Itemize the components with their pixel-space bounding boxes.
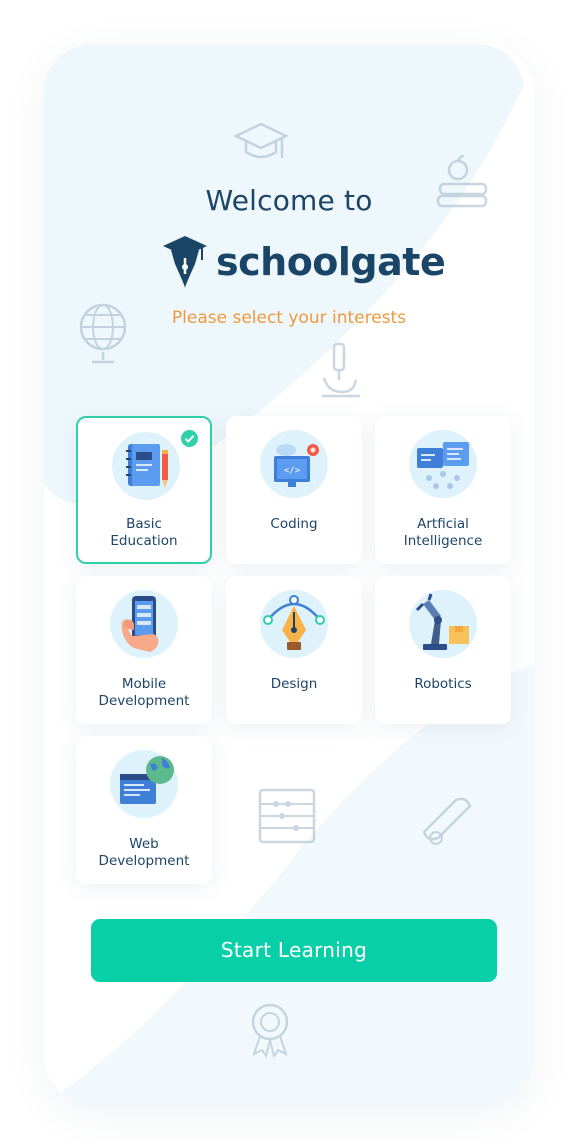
interest-label: Artficial Intelligence: [403, 516, 483, 549]
graduation-cap-icon: [233, 122, 289, 159]
pen-tool-icon: [260, 590, 328, 658]
svg-text:</>: </>: [284, 466, 301, 476]
interest-label: Design: [270, 676, 318, 692]
phone-in-hand-icon: [110, 590, 178, 658]
brand-name: schoolgate: [216, 240, 446, 284]
selected-check-icon: [181, 430, 198, 447]
interest-card-coding[interactable]: </> Coding: [226, 416, 362, 564]
brand-logo: schoolgate: [162, 232, 446, 292]
microscope-icon: [322, 342, 360, 398]
diploma-icon: [422, 797, 472, 845]
interest-label: Robotics: [414, 676, 472, 692]
graduation-pen-logo-icon: [163, 236, 207, 288]
web-globe-icon: [110, 750, 178, 818]
interest-card-design[interactable]: Design: [226, 576, 362, 724]
award-badge-icon: [251, 1003, 289, 1059]
onboarding-screen: Welcome to schoolgate Please select your…: [44, 44, 534, 1104]
interest-label: Coding: [270, 516, 318, 532]
interest-card-mobile-development[interactable]: Mobile Development: [76, 576, 212, 724]
notebook-icon: [112, 432, 180, 500]
interest-label: Basic Education: [110, 516, 178, 549]
interest-card-basic-education[interactable]: Basic Education: [76, 416, 212, 564]
interest-card-artificial-intelligence[interactable]: Artficial Intelligence: [375, 416, 511, 564]
interest-card-robotics[interactable]: Robotics: [375, 576, 511, 724]
interest-label: Web Development: [98, 836, 190, 869]
interest-label: Mobile Development: [98, 676, 190, 709]
start-learning-button[interactable]: Start Learning: [91, 919, 497, 982]
ai-network-icon: [409, 430, 477, 498]
robot-arm-icon: [409, 590, 477, 658]
interest-card-web-development[interactable]: Web Development: [76, 736, 212, 884]
abacus-icon: [258, 788, 316, 844]
code-monitor-icon: </>: [260, 430, 328, 498]
welcome-title: Welcome to: [205, 184, 373, 217]
subtitle: Please select your interests: [171, 308, 407, 328]
